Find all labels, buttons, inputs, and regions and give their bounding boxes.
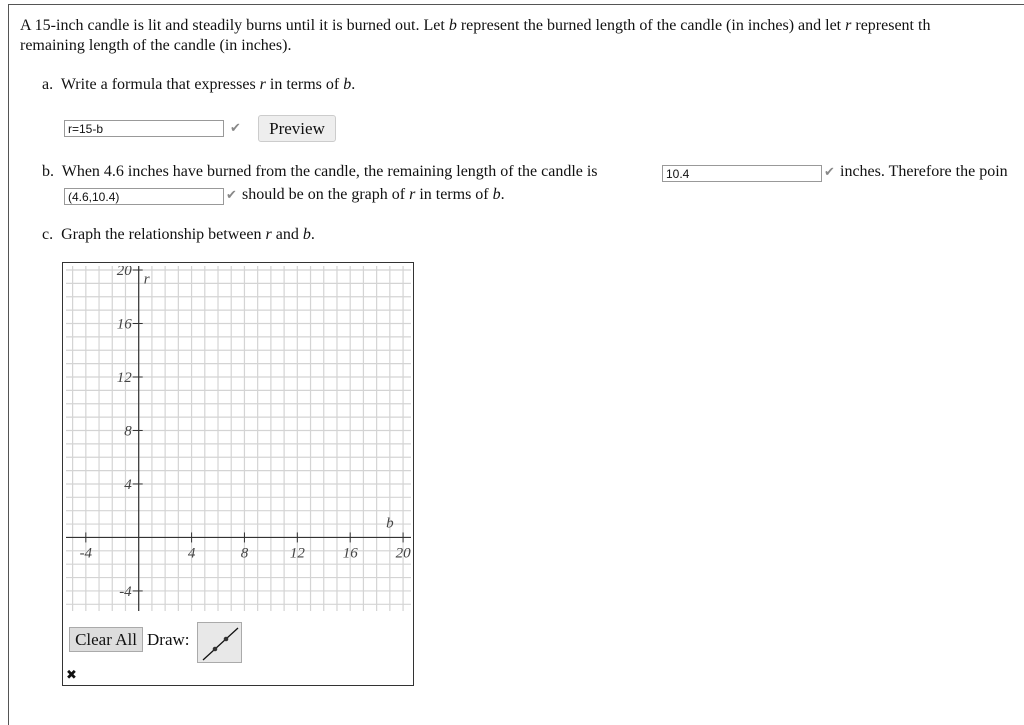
- x-tick-label: 16: [343, 545, 359, 561]
- draw-line-tool-button[interactable]: [197, 622, 242, 663]
- line-segment-icon: [202, 627, 239, 661]
- x-tick-label: -4: [80, 545, 93, 561]
- part-b-text-after2: should be on the graph of r in terms of …: [242, 186, 505, 203]
- part-b-question: b. When 4.6 inches have burned from the …: [42, 163, 598, 180]
- y-axis-label: r: [144, 271, 150, 287]
- x-tick-label: 20: [396, 545, 411, 561]
- point-input[interactable]: (4.6,10.4): [64, 188, 224, 205]
- y-tick-label: 16: [117, 317, 132, 333]
- part-b-text-after: inches. Therefore the poin: [840, 163, 1008, 180]
- y-tick-label: 12: [117, 370, 132, 386]
- x-tick-label: 8: [241, 545, 249, 561]
- problem-intro-line2: remaining length of the candle (in inche…: [20, 37, 292, 54]
- graph-widget: -4 4 8 12 16 20 -4 4 8 12 16 20 b r Clear All Draw: ✖: [62, 262, 414, 686]
- x-tick-label: 4: [188, 545, 196, 561]
- y-tick-label: 20: [117, 266, 132, 279]
- check-icon: ✔: [230, 120, 241, 135]
- y-tick-label: 8: [124, 423, 132, 439]
- graph-canvas[interactable]: -4 4 8 12 16 20-448121620br: [66, 266, 411, 611]
- preview-button[interactable]: Preview: [258, 115, 336, 142]
- draw-label: Draw:: [147, 630, 190, 649]
- check-icon: ✔: [226, 187, 237, 202]
- y-tick-label: -4: [119, 584, 132, 600]
- problem-intro: A 15-inch candle is lit and steadily bur…: [20, 17, 931, 34]
- part-a-question: a. Write a formula that expresses r in t…: [42, 76, 356, 93]
- x-axis-label: b: [386, 515, 394, 531]
- remaining-length-input[interactable]: 10.4: [662, 165, 822, 182]
- check-icon: ✔: [824, 164, 835, 179]
- part-c-question: c. Graph the relationship between r and …: [42, 226, 315, 243]
- y-tick-label: 4: [124, 477, 132, 493]
- formula-input[interactable]: r=15-b: [64, 120, 224, 137]
- x-mark-icon: ✖: [66, 667, 77, 682]
- clear-all-button[interactable]: Clear All: [69, 627, 143, 652]
- x-tick-label: 12: [290, 545, 306, 561]
